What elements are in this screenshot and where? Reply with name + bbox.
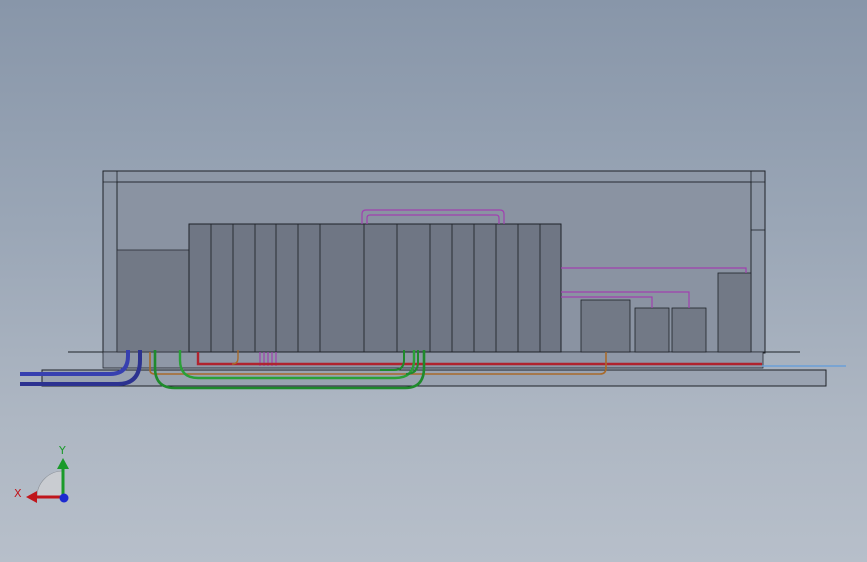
cabinet-row-body (188, 223, 562, 353)
raised-floor (102, 351, 764, 369)
triad-x-label: X (14, 487, 22, 500)
coordinate-triad: Y X (14, 444, 69, 503)
triad-x-arrow (26, 491, 37, 503)
power-cabinet-large[interactable] (580, 299, 631, 353)
triad-z-axis (59, 493, 69, 503)
cad-viewport[interactable]: Y X (0, 0, 867, 562)
cabinet-row (188, 223, 562, 353)
triad-y-label: Y (58, 444, 66, 457)
triad-plane-sector (36, 470, 64, 498)
triad-y-arrow (57, 458, 69, 469)
left-equipment-block[interactable] (116, 249, 190, 353)
tall-cabinet[interactable] (717, 272, 752, 353)
power-cabinet-small-1[interactable] (634, 307, 670, 353)
power-cabinet-small-2[interactable] (671, 307, 707, 353)
